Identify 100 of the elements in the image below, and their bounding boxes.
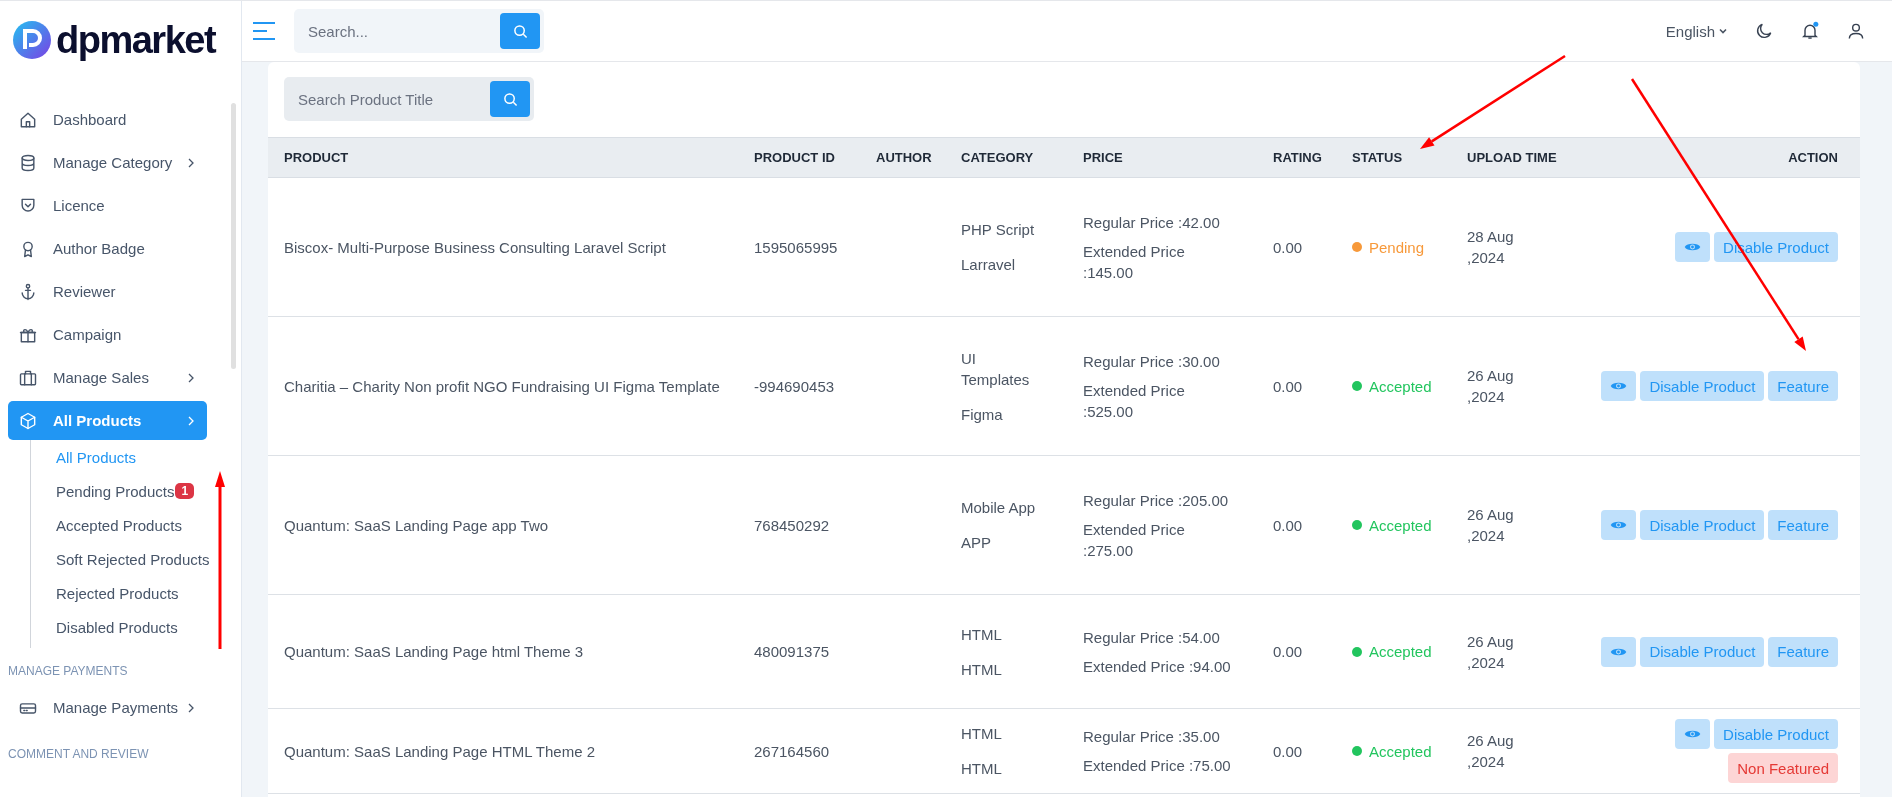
category-text: UI Templates	[961, 348, 1031, 390]
search-icon	[502, 91, 518, 107]
moon-icon[interactable]	[1754, 21, 1774, 41]
category-text: Mobile App	[961, 498, 1037, 518]
sidebar-item[interactable]: Licence	[8, 186, 207, 225]
sidebar-item[interactable]: Manage Category	[8, 143, 207, 182]
price-text: Extended Price :275.00	[1083, 519, 1186, 561]
db-icon	[18, 152, 38, 173]
price-text: Extended Price :145.00	[1083, 241, 1186, 283]
status-text: Accepted	[1369, 741, 1432, 762]
sidebar-item[interactable]: Manage Sales	[8, 358, 207, 397]
logo-text: dpmarket	[56, 18, 216, 62]
status-dot	[1352, 242, 1362, 252]
search-field[interactable]: Search...	[294, 9, 544, 53]
upload-date: 26 Aug ,2024	[1467, 505, 1515, 546]
sidebar-item[interactable]: Author Badge	[8, 229, 207, 268]
column-header: CATEGORY	[961, 150, 1034, 165]
category-text: Larravel	[961, 255, 1017, 275]
status-dot	[1352, 746, 1362, 756]
submenu-item[interactable]: Disabled Products	[56, 618, 178, 636]
sidebar-item[interactable]: Campaign	[8, 315, 207, 354]
rating-text: 0.00	[1273, 377, 1303, 395]
upload-date: 28 Aug ,2024	[1467, 227, 1515, 268]
view-button[interactable]	[1601, 636, 1637, 667]
status-dot	[1352, 520, 1362, 530]
upload-date: 26 Aug ,2024	[1467, 631, 1515, 673]
status-text: Accepted	[1369, 515, 1432, 536]
price-text: Regular Price :30.00	[1083, 351, 1221, 372]
category-text: APP	[961, 533, 992, 553]
chevron-down-icon	[1718, 26, 1728, 36]
category-text: HTML	[961, 724, 1003, 744]
view-button[interactable]	[1675, 719, 1711, 749]
column-header: PRICE	[1083, 150, 1123, 165]
search-field[interactable]: Search...	[298, 21, 500, 41]
submenu-item[interactable]: Rejected Products	[56, 584, 179, 602]
price-text: Extended Price :94.00	[1083, 656, 1232, 677]
product-title: Quantum: SaaS Landing Page html Theme 3	[284, 643, 584, 660]
sidebar-item[interactable]: Manage Payments	[8, 688, 207, 727]
product-title: Biscox- Multi-Purpose Business Consulting Laravel Script	[284, 238, 666, 256]
column-header: STATUS	[1352, 150, 1403, 165]
language-selector[interactable]: English	[1665, 22, 1728, 40]
section-heading: COMMENT AND REVIEW	[7, 746, 150, 763]
product-title: Quantum: SaaS Landing Page HTML Theme 2	[284, 742, 595, 760]
status-text: Accepted	[1369, 642, 1432, 662]
column-header: AUTHOR	[876, 150, 932, 165]
menu-icon[interactable]	[252, 21, 276, 41]
rating-text: 0.00	[1273, 742, 1303, 760]
eye-icon	[1610, 380, 1628, 392]
upload-date: 26 Aug ,2024	[1467, 366, 1515, 407]
product-search-field[interactable]: Search Product Title	[288, 89, 490, 109]
scrollbar[interactable]	[231, 103, 236, 369]
rating-text: 0.00	[1273, 238, 1303, 256]
sidebar-item[interactable]: Reviewer	[8, 272, 207, 311]
table-cell: 267164560	[754, 742, 830, 760]
status-dot	[1352, 381, 1362, 391]
status-text: Accepted	[1369, 376, 1432, 397]
view-button[interactable]	[1675, 232, 1711, 262]
box-icon	[18, 410, 38, 431]
category-text: PHP Script	[961, 220, 1036, 240]
column-header: UPLOAD TIME	[1467, 150, 1557, 165]
column-header: PRODUCT	[284, 150, 349, 165]
rating-text: 0.00	[1273, 643, 1303, 660]
view-button[interactable]	[1601, 510, 1637, 540]
submenu-item[interactable]: Accepted Products	[56, 516, 182, 534]
category-text: HTML	[961, 659, 1003, 680]
submenu-item[interactable]: Soft Rejected Products	[56, 550, 210, 568]
section-heading: MANAGE PAYMENTS	[7, 663, 129, 680]
price-text: Regular Price :205.00	[1083, 490, 1230, 511]
table-cell: -994690453	[754, 377, 835, 395]
price-text: Regular Price :54.00	[1083, 627, 1221, 648]
category-text: HTML	[961, 624, 1003, 645]
search-button[interactable]	[490, 81, 530, 117]
view-button[interactable]	[1601, 371, 1637, 401]
status-dot	[1352, 646, 1362, 657]
search-button[interactable]	[500, 13, 540, 49]
notification-bell-icon[interactable]	[1800, 21, 1820, 41]
category-text: Figma	[961, 404, 1004, 425]
table-cell: 768450292	[754, 516, 830, 534]
upload-date: 26 Aug ,2024	[1467, 731, 1515, 772]
rating-text: 0.00	[1273, 516, 1303, 534]
column-header: PRODUCT ID	[754, 150, 835, 165]
count-badge: 1	[175, 483, 195, 499]
table-cell: 480091375	[754, 643, 830, 660]
category-text: HTML	[961, 759, 1003, 779]
product-search-field[interactable]: Search Product Title	[284, 77, 534, 121]
column-header: ACTION	[1788, 150, 1838, 165]
price-text: Regular Price :42.00	[1083, 212, 1221, 233]
submenu-item[interactable]: Pending Products	[56, 482, 175, 500]
eye-icon	[1684, 241, 1702, 253]
eye-icon	[1610, 519, 1628, 531]
user-icon[interactable]	[1846, 21, 1866, 41]
product-title: Quantum: SaaS Landing Page app Two	[284, 516, 549, 534]
table-cell: 1595065995	[754, 238, 838, 256]
eye-icon	[1684, 728, 1702, 740]
price-text: Extended Price :525.00	[1083, 380, 1186, 422]
status-text: Pending	[1369, 237, 1425, 258]
sidebar-item[interactable]: Dashboard	[8, 100, 207, 139]
price-text: Extended Price :75.00	[1083, 756, 1232, 776]
price-text: Regular Price :35.00	[1083, 727, 1221, 747]
product-title: Charitia – Charity Non profit NGO Fundraising UI Figma Template	[284, 377, 720, 395]
